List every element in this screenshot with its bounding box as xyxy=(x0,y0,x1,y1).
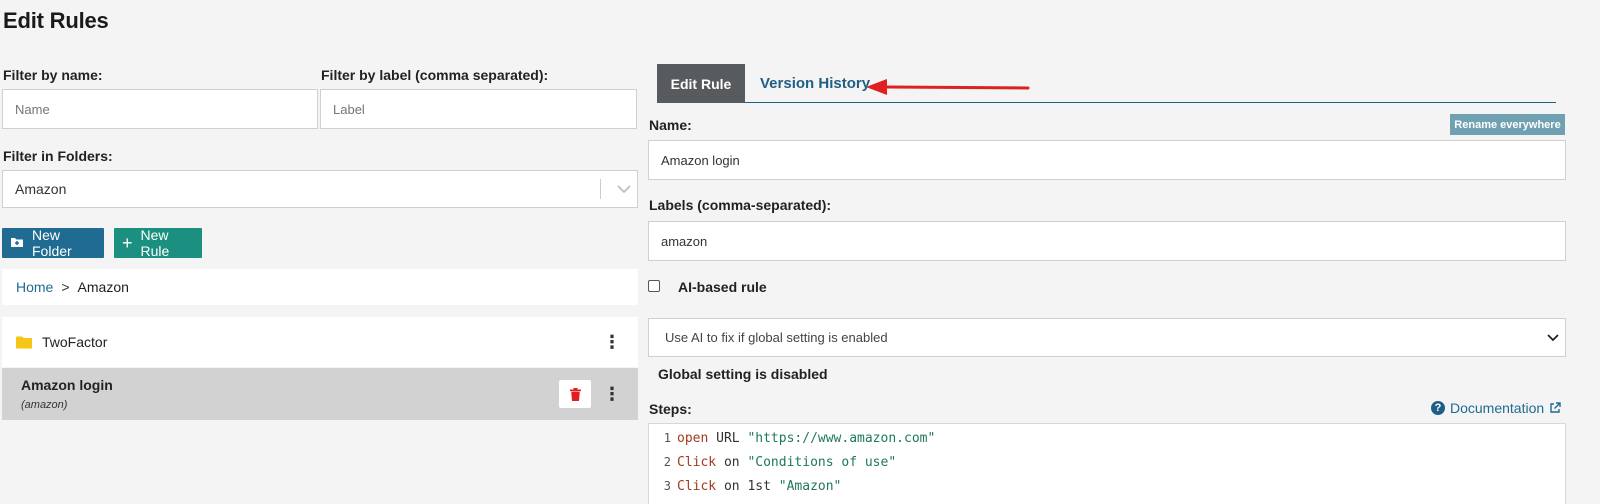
new-folder-button[interactable]: New Folder xyxy=(2,227,104,259)
global-setting-status: Global setting is disabled xyxy=(658,366,828,382)
trash-icon xyxy=(569,387,581,401)
filter-label-label: Filter by label (comma separated): xyxy=(321,67,549,83)
folder-select-value: Amazon xyxy=(15,181,67,197)
code-string: "Amazon" xyxy=(778,478,842,494)
ai-rule-label: AI-based rule xyxy=(678,279,767,295)
code-string: "https://www.amazon.com" xyxy=(747,430,936,446)
new-rule-label: New Rule xyxy=(140,227,170,259)
folder-plus-icon xyxy=(10,235,24,251)
help-circle-icon: ? xyxy=(1431,401,1445,415)
plus-icon: + xyxy=(122,233,133,253)
rule-labels: (amazon) xyxy=(21,399,68,411)
folder-select[interactable]: Amazon xyxy=(2,170,638,208)
steps-code-editor[interactable]: 1 open URL "https://www.amazon.com" 2 Cl… xyxy=(648,423,1566,504)
folder-more-icon[interactable]: ⋮ xyxy=(603,333,621,351)
ai-mode-select[interactable]: Use AI to fix if global setting is enabl… xyxy=(648,318,1566,357)
code-string: "Conditions of use" xyxy=(747,454,897,470)
new-folder-label: New Folder xyxy=(32,227,72,259)
folder-icon xyxy=(16,336,32,349)
code-text: on 1st xyxy=(716,478,779,494)
code-keyword: Click xyxy=(677,478,717,494)
chevron-down-icon xyxy=(611,184,637,194)
rule-name: Amazon login xyxy=(21,377,113,393)
line-number: 2 xyxy=(663,455,671,469)
annotation-arrow-icon xyxy=(866,79,1030,95)
external-link-icon xyxy=(1549,402,1561,414)
code-line: 1 open URL "https://www.amazon.com" xyxy=(649,426,936,450)
delete-button[interactable] xyxy=(559,380,591,408)
steps-label: Steps: xyxy=(649,401,692,417)
breadcrumb-separator: > xyxy=(61,279,70,295)
ai-mode-value: Use AI to fix if global setting is enabl… xyxy=(665,330,888,345)
filter-label-input[interactable] xyxy=(320,89,637,129)
code-line: 3 Click on 1st "Amazon" xyxy=(649,474,842,498)
new-rule-button[interactable]: + New Rule xyxy=(114,227,202,259)
filter-folders-label: Filter in Folders: xyxy=(3,148,113,164)
breadcrumb: Home > Amazon xyxy=(2,269,638,305)
name-label: Name: xyxy=(649,117,692,133)
filter-name-label: Filter by name: xyxy=(3,67,103,83)
documentation-label: Documentation xyxy=(1450,400,1545,416)
filter-name-input[interactable] xyxy=(2,89,318,129)
documentation-link[interactable]: ? Documentation xyxy=(1431,400,1561,416)
ai-rule-checkbox[interactable] xyxy=(648,280,660,292)
line-number: 3 xyxy=(663,479,671,493)
code-line: 2 Click on "Conditions of use" xyxy=(649,450,896,474)
list-item-rule[interactable]: Amazon login (amazon) ⋮ xyxy=(2,368,638,420)
tab-edit-rule[interactable]: Edit Rule xyxy=(657,64,745,103)
labels-label: Labels (comma-separated): xyxy=(649,197,832,213)
page-title: Edit Rules xyxy=(3,8,109,33)
code-keyword: Click xyxy=(677,454,717,470)
code-text: URL xyxy=(708,430,748,446)
list-item-folder[interactable]: TwoFactor ⋮ xyxy=(2,317,638,367)
breadcrumb-current: Amazon xyxy=(77,279,129,295)
tab-underline xyxy=(745,102,1556,103)
line-number: 1 xyxy=(663,431,671,445)
chevron-down-icon xyxy=(1547,333,1559,342)
code-keyword: open xyxy=(677,430,709,446)
breadcrumb-home-link[interactable]: Home xyxy=(16,279,53,295)
code-text: on xyxy=(716,454,748,470)
rule-labels-input[interactable]: amazon xyxy=(648,221,1566,261)
rename-everywhere-button[interactable]: Rename everywhere xyxy=(1450,114,1565,135)
rule-more-icon[interactable]: ⋮ xyxy=(603,385,621,403)
tab-version-history[interactable]: Version History xyxy=(760,75,870,92)
rule-name-input[interactable]: Amazon login xyxy=(648,140,1566,180)
folder-name: TwoFactor xyxy=(42,334,108,350)
select-divider xyxy=(600,179,601,199)
